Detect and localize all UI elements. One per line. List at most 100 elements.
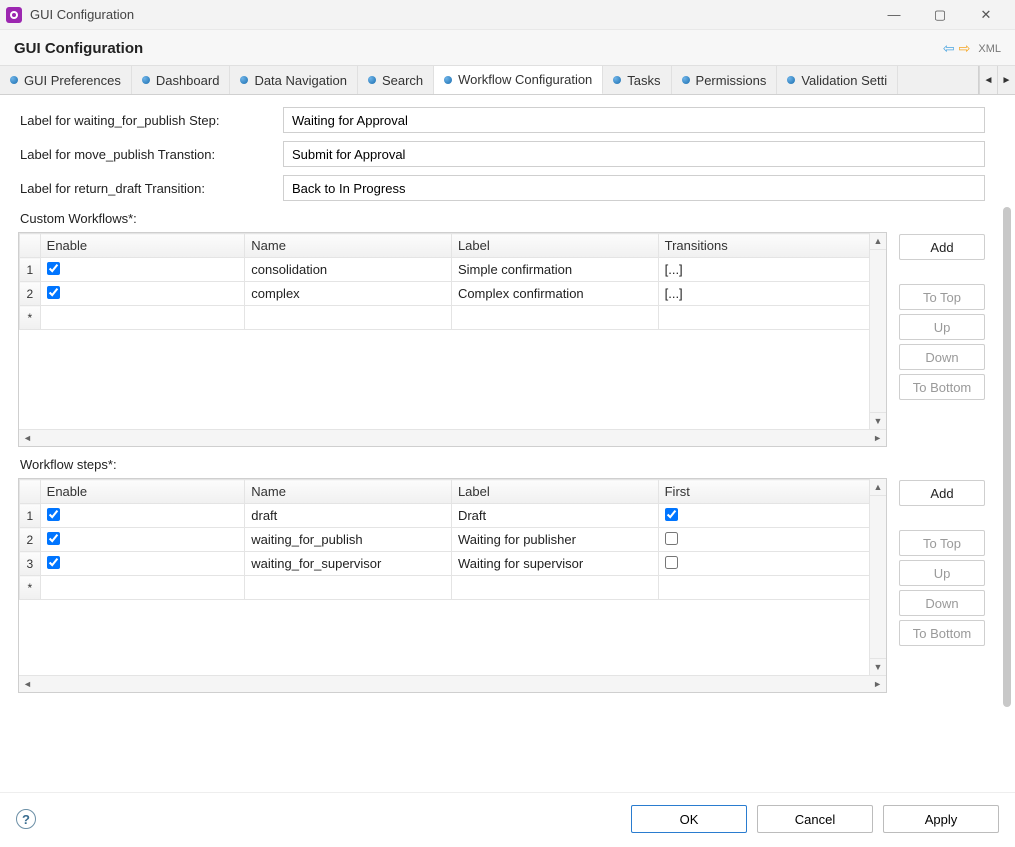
hscroll[interactable]: ◄► (19, 429, 886, 446)
hscroll[interactable]: ◄► (19, 675, 886, 692)
cell-first[interactable] (658, 528, 885, 552)
field-label-waiting: Label for waiting_for_publish Step: (18, 113, 283, 128)
col-enable[interactable]: Enable (40, 234, 245, 258)
cell-enable[interactable] (40, 552, 245, 576)
tab-data-navigation[interactable]: Data Navigation (230, 66, 358, 94)
row-number: 3 (20, 552, 41, 576)
cell-first[interactable] (658, 552, 885, 576)
table-row[interactable]: 1 consolidationSimple confirmation[...] (20, 258, 886, 282)
cancel-button[interactable]: Cancel (757, 805, 873, 833)
tab-dashboard[interactable]: Dashboard (132, 66, 231, 94)
down-button[interactable]: Down (899, 590, 985, 616)
tab-workflow-configuration[interactable]: Workflow Configuration (434, 66, 603, 94)
close-button[interactable]: ✕ (963, 0, 1009, 30)
cell-label[interactable]: Waiting for supervisor (451, 552, 658, 576)
help-icon[interactable]: ? (16, 809, 36, 829)
tab-search[interactable]: Search (358, 66, 434, 94)
page-header: GUI Configuration ⇦ ⇨ XML (0, 30, 1015, 66)
cell-transitions[interactable]: [...] (658, 258, 885, 282)
to-top-button[interactable]: To Top (899, 284, 985, 310)
vscroll[interactable]: ▲▼ (869, 233, 886, 429)
col-enable[interactable]: Enable (40, 480, 245, 504)
cell-label[interactable]: Waiting for publisher (451, 528, 658, 552)
table-row[interactable]: 2 waiting_for_publishWaiting for publishe… (20, 528, 886, 552)
cell-label[interactable]: Simple confirmation (451, 258, 658, 282)
field-label-move: Label for move_publish Transtion: (18, 147, 283, 162)
tab-scroll-left[interactable]: ◄ (979, 66, 997, 94)
cell-enable[interactable] (40, 258, 245, 282)
tab-gui-preferences[interactable]: GUI Preferences (0, 66, 132, 94)
enable-checkbox[interactable] (47, 532, 60, 545)
tab-label: Dashboard (156, 73, 220, 88)
to-bottom-button[interactable]: To Bottom (899, 620, 985, 646)
ok-button[interactable]: OK (631, 805, 747, 833)
cell-name[interactable]: complex (245, 282, 452, 306)
tab-dot-icon (240, 76, 248, 84)
col-label[interactable]: Label (451, 480, 658, 504)
tab-permissions[interactable]: Permissions (672, 66, 778, 94)
tab-dot-icon (10, 76, 18, 84)
row-number: 2 (20, 282, 41, 306)
cell-label[interactable]: Draft (451, 504, 658, 528)
col-first[interactable]: First (658, 480, 885, 504)
tab-dot-icon (444, 76, 452, 84)
tab-validation-setti[interactable]: Validation Setti (777, 66, 898, 94)
field-input-move[interactable] (283, 141, 985, 167)
tab-scroll-right[interactable]: ► (997, 66, 1015, 94)
tab-dot-icon (787, 76, 795, 84)
cell-name[interactable]: consolidation (245, 258, 452, 282)
first-checkbox[interactable] (665, 508, 678, 521)
tab-label: Validation Setti (801, 73, 887, 88)
tab-label: Tasks (627, 73, 660, 88)
enable-checkbox[interactable] (47, 508, 60, 521)
to-bottom-button[interactable]: To Bottom (899, 374, 985, 400)
xml-link[interactable]: XML (978, 43, 1001, 55)
field-input-waiting[interactable] (283, 107, 985, 133)
workflow-steps-table: Enable Name Label First 1draftDraft2 wait… (18, 478, 887, 693)
table-row[interactable]: 1draftDraft (20, 504, 886, 528)
new-row[interactable]: * (20, 306, 886, 330)
col-name[interactable]: Name (245, 480, 452, 504)
minimize-button[interactable]: — (871, 0, 917, 30)
tab-tasks[interactable]: Tasks (603, 66, 671, 94)
new-row[interactable]: * (20, 576, 886, 600)
cell-label[interactable]: Complex confirmation (451, 282, 658, 306)
tab-label: GUI Preferences (24, 73, 121, 88)
cell-enable[interactable] (40, 282, 245, 306)
down-button[interactable]: Down (899, 344, 985, 370)
up-button[interactable]: Up (899, 560, 985, 586)
to-top-button[interactable]: To Top (899, 530, 985, 556)
cell-name[interactable]: waiting_for_supervisor (245, 552, 452, 576)
tab-dot-icon (682, 76, 690, 84)
vscroll[interactable]: ▲▼ (869, 479, 886, 675)
cell-first[interactable] (658, 504, 885, 528)
add-button[interactable]: Add (899, 234, 985, 260)
first-checkbox[interactable] (665, 532, 678, 545)
up-button[interactable]: Up (899, 314, 985, 340)
table-row[interactable]: 3 waiting_for_supervisorWaiting for super… (20, 552, 886, 576)
cell-enable[interactable] (40, 528, 245, 552)
cell-enable[interactable] (40, 504, 245, 528)
row-number: 2 (20, 528, 41, 552)
row-number: 1 (20, 258, 41, 282)
nav-back-icon[interactable]: ⇦ (943, 40, 955, 57)
window-title: GUI Configuration (30, 7, 871, 22)
enable-checkbox[interactable] (47, 556, 60, 569)
page-title: GUI Configuration (14, 40, 941, 57)
col-name[interactable]: Name (245, 234, 452, 258)
col-transitions[interactable]: Transitions (658, 234, 885, 258)
enable-checkbox[interactable] (47, 262, 60, 275)
col-label[interactable]: Label (451, 234, 658, 258)
first-checkbox[interactable] (665, 556, 678, 569)
cell-transitions[interactable]: [...] (658, 282, 885, 306)
add-button[interactable]: Add (899, 480, 985, 506)
field-input-return[interactable] (283, 175, 985, 201)
nav-forward-icon[interactable]: ⇨ (959, 40, 971, 57)
content-scrollbar[interactable] (1003, 107, 1011, 782)
cell-name[interactable]: waiting_for_publish (245, 528, 452, 552)
enable-checkbox[interactable] (47, 286, 60, 299)
table-row[interactable]: 2 complexComplex confirmation[...] (20, 282, 886, 306)
cell-name[interactable]: draft (245, 504, 452, 528)
maximize-button[interactable]: ▢ (917, 0, 963, 30)
apply-button[interactable]: Apply (883, 805, 999, 833)
